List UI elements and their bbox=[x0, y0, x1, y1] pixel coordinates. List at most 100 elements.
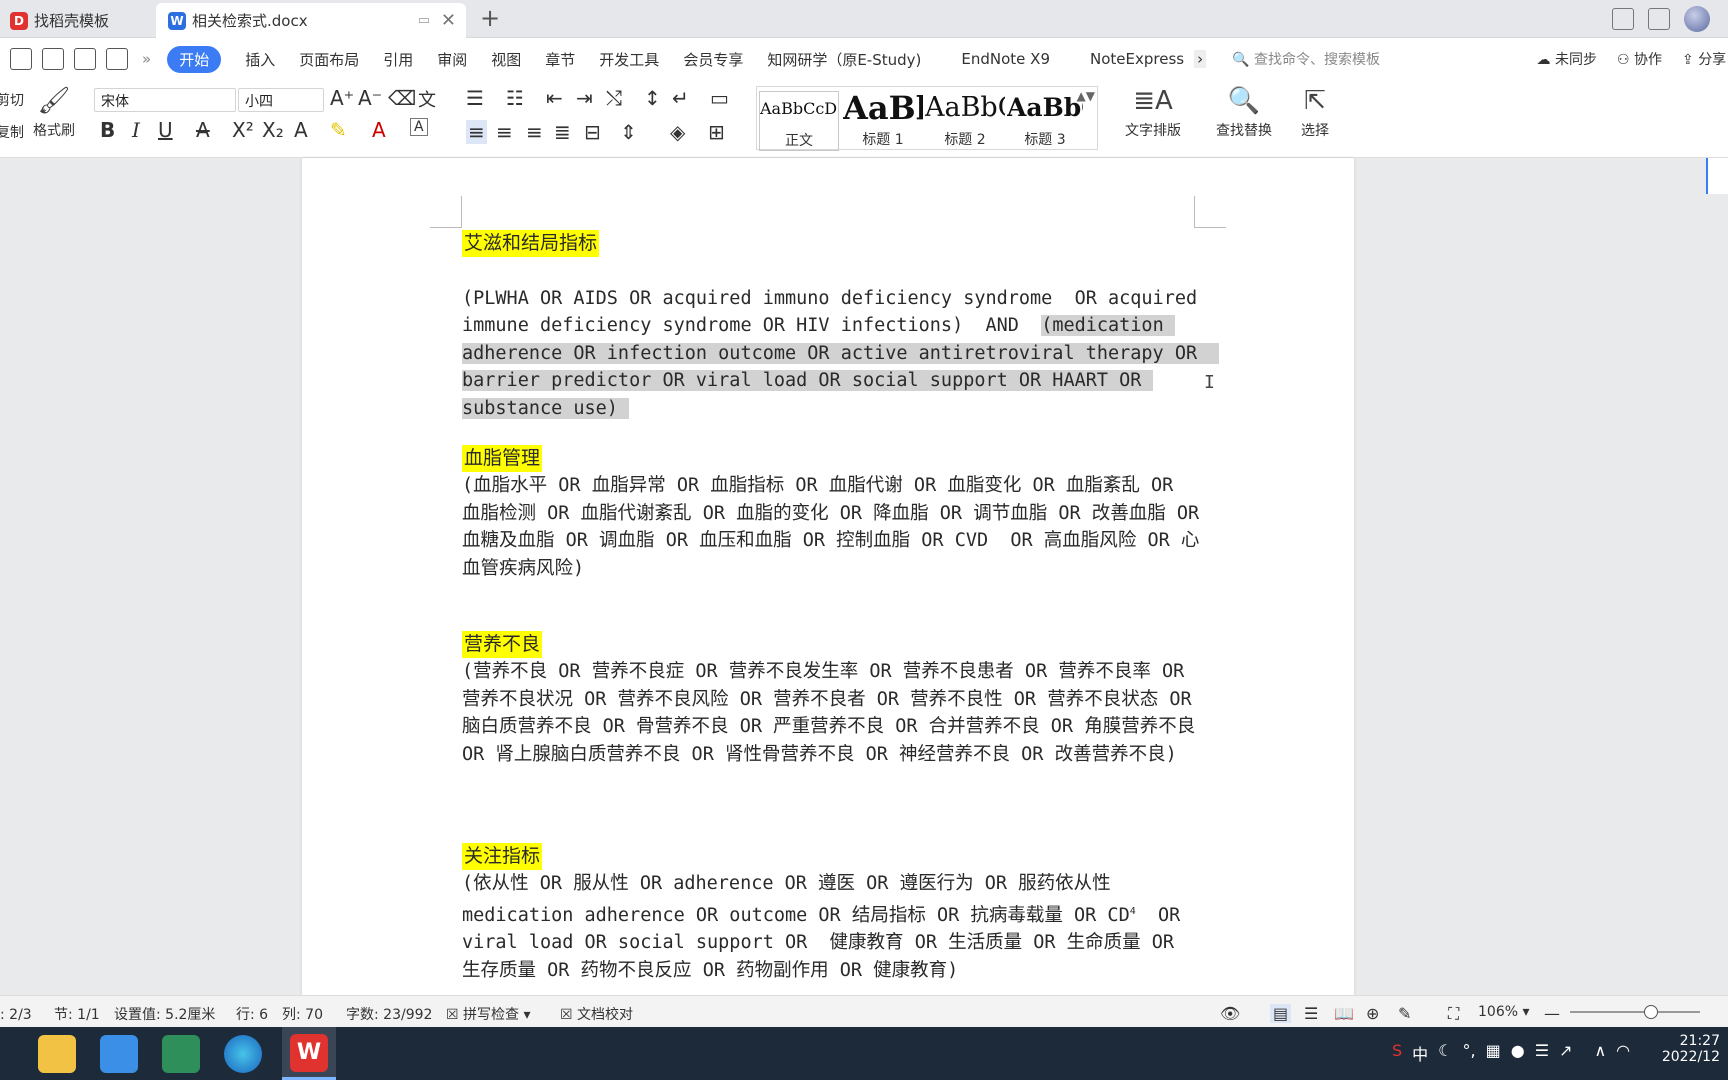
menu-estudy[interactable]: 知网研学（原E-Study) bbox=[767, 49, 921, 70]
borders-icon[interactable]: ⊞ bbox=[708, 120, 725, 144]
ruler-icon[interactable]: ▭ bbox=[710, 86, 729, 110]
menu-layout[interactable]: 页面布局 bbox=[299, 49, 359, 70]
command-search[interactable]: 🔍 查找命令、搜索模板 bbox=[1232, 49, 1380, 69]
text-direction-icon[interactable]: ⤭ bbox=[606, 86, 622, 110]
zoom-select[interactable]: 106% ▾ bbox=[1478, 1004, 1530, 1020]
pen-icon[interactable]: ✎ bbox=[1398, 1004, 1411, 1023]
style-scroll-icon[interactable]: ▲▼ bbox=[1077, 89, 1095, 103]
collab-button[interactable]: ⚇ 协作 bbox=[1617, 49, 1662, 69]
show-marks-icon[interactable]: ↵ bbox=[672, 86, 689, 110]
menu-noteexpress[interactable]: NoteExpress bbox=[1090, 50, 1184, 68]
char-border-icon[interactable]: A bbox=[410, 118, 428, 136]
zoom-slider-knob[interactable] bbox=[1643, 1005, 1658, 1019]
increase-indent-icon[interactable]: ⇥ bbox=[576, 86, 593, 110]
more-icon[interactable]: » bbox=[142, 50, 151, 68]
text-effect-icon[interactable]: A bbox=[294, 118, 308, 142]
menu-references[interactable]: 引用 bbox=[383, 49, 413, 70]
avatar[interactable] bbox=[1684, 6, 1710, 32]
select-button[interactable]: ⇱ 选择 bbox=[1290, 86, 1340, 140]
style-heading-1[interactable]: AaBl 标题 1 bbox=[843, 91, 923, 149]
chevron-up-icon[interactable]: ∧ bbox=[1594, 1041, 1606, 1065]
monitor-icon[interactable]: ▭ bbox=[418, 13, 430, 28]
find-replace-button[interactable]: 🔍 查找替换 bbox=[1206, 86, 1282, 140]
shrink-font-icon[interactable]: A⁻ bbox=[358, 86, 382, 110]
style-heading-3[interactable]: AaBbC 标题 3 bbox=[1007, 91, 1083, 149]
numbered-list-icon[interactable]: ☷ bbox=[506, 86, 524, 110]
keyboard-icon[interactable]: ▦ bbox=[1486, 1041, 1501, 1065]
justify-icon[interactable]: ≣ bbox=[554, 120, 571, 144]
align-left-icon[interactable]: ≡ bbox=[466, 120, 487, 144]
punctuation-icon[interactable]: °, bbox=[1463, 1041, 1476, 1065]
save-icon[interactable] bbox=[10, 48, 32, 70]
grow-font-icon[interactable]: A⁺ bbox=[330, 86, 354, 110]
menu-view[interactable]: 视图 bbox=[491, 49, 521, 70]
side-panel-toggle[interactable] bbox=[1706, 158, 1728, 194]
menu-insert[interactable]: 插入 bbox=[245, 49, 275, 70]
wifi-icon[interactable]: ◠ bbox=[1616, 1041, 1630, 1065]
italic-icon[interactable]: I bbox=[132, 118, 140, 142]
export-icon[interactable] bbox=[42, 48, 64, 70]
bold-icon[interactable]: B bbox=[100, 118, 115, 142]
line-spacing-icon[interactable]: ⇕ bbox=[620, 120, 637, 144]
status-words[interactable]: 字数: 23/992 bbox=[346, 1004, 432, 1024]
menu-chapter[interactable]: 章节 bbox=[545, 49, 575, 70]
superscript-icon[interactable]: X² bbox=[232, 118, 254, 142]
zoom-out-icon[interactable]: — bbox=[1544, 1004, 1560, 1023]
clear-format-icon[interactable]: ⌫ bbox=[388, 86, 416, 110]
status-page[interactable]: 页面: 2/3 bbox=[0, 1004, 32, 1024]
edge-icon[interactable] bbox=[224, 1035, 262, 1073]
style-normal[interactable]: AaBbCcDd 正文 bbox=[759, 91, 839, 151]
tab-document[interactable]: W 相关检索式.docx ▭ ✕ bbox=[156, 3, 466, 38]
file-explorer-icon[interactable] bbox=[38, 1035, 76, 1073]
decrease-indent-icon[interactable]: ⇤ bbox=[546, 86, 563, 110]
text-layout-button[interactable]: ≣A 文字排版 bbox=[1116, 86, 1190, 140]
strikethrough-icon[interactable]: A bbox=[196, 118, 210, 142]
menu-endnote[interactable]: EndNote X9 bbox=[961, 50, 1050, 68]
menu-home[interactable]: 开始 bbox=[167, 45, 222, 73]
web-view-icon[interactable]: ⊕ bbox=[1366, 1004, 1379, 1023]
chevron-right-icon[interactable]: › bbox=[1194, 50, 1207, 68]
font-color-icon[interactable]: A bbox=[372, 118, 386, 142]
highlight-icon[interactable]: ✎ bbox=[330, 118, 347, 142]
cut-button[interactable]: 剪切 bbox=[0, 90, 24, 110]
learning-app-icon[interactable] bbox=[100, 1035, 138, 1073]
sort-icon[interactable]: ↕ bbox=[644, 86, 661, 110]
grid-icon[interactable] bbox=[1648, 8, 1670, 30]
ime-indicator[interactable]: 中 bbox=[1412, 1041, 1428, 1065]
menu-review[interactable]: 审阅 bbox=[437, 49, 467, 70]
underline-icon[interactable]: U bbox=[158, 118, 173, 142]
sogou-icon[interactable]: S bbox=[1392, 1041, 1402, 1065]
document-body[interactable]: 艾滋和结局指标 (PLWHA OR AIDS OR acquired immun… bbox=[462, 230, 1220, 985]
sync-button[interactable]: ☁ 未同步 bbox=[1537, 49, 1597, 69]
close-icon[interactable]: ✕ bbox=[441, 10, 456, 31]
menu-developer[interactable]: 开发工具 bbox=[599, 49, 659, 70]
phonetic-icon[interactable]: 文 bbox=[418, 86, 436, 112]
menu-member[interactable]: 会员专享 bbox=[683, 49, 743, 70]
new-tab-button[interactable]: + bbox=[480, 4, 500, 32]
menu-icon[interactable]: ☰ bbox=[1535, 1041, 1549, 1065]
style-heading-2[interactable]: AaBbC 标题 2 bbox=[925, 91, 1005, 149]
wps-taskbar-icon[interactable]: W bbox=[282, 1027, 336, 1080]
share-button[interactable]: ⇪ 分享 bbox=[1682, 49, 1728, 69]
user-icon[interactable]: ● bbox=[1511, 1041, 1525, 1065]
outline-view-icon[interactable]: ☰ bbox=[1304, 1004, 1318, 1023]
expand-icon[interactable]: ↗ bbox=[1559, 1041, 1572, 1065]
proofread-button[interactable]: ☒ 文档校对 bbox=[560, 1004, 633, 1024]
eye-icon[interactable]: 👁 bbox=[1220, 1004, 1240, 1023]
font-name-select[interactable]: 宋体 bbox=[94, 88, 236, 112]
copy-button[interactable]: 复制 bbox=[0, 122, 24, 142]
bullet-list-icon[interactable]: ☰ bbox=[466, 86, 484, 110]
moon-icon[interactable]: ☾ bbox=[1438, 1041, 1452, 1065]
distribute-icon[interactable]: ⊟ bbox=[584, 120, 601, 144]
reading-view-icon[interactable]: 📖 bbox=[1334, 1004, 1354, 1023]
format-painter-button[interactable]: 🖌 格式刷 bbox=[32, 86, 76, 140]
subscript-icon[interactable]: X₂ bbox=[262, 118, 284, 142]
tab-docer[interactable]: D 找稻壳模板 bbox=[0, 3, 154, 38]
app-icon[interactable] bbox=[162, 1035, 200, 1073]
preview-icon[interactable] bbox=[106, 48, 128, 70]
align-right-icon[interactable]: ≡ bbox=[526, 120, 543, 144]
clock[interactable]: 21:27 2022/12 bbox=[1662, 1033, 1720, 1065]
shading-icon[interactable]: ◈ bbox=[670, 120, 685, 144]
layout-icon[interactable] bbox=[1612, 8, 1634, 30]
align-center-icon[interactable]: ≡ bbox=[496, 120, 513, 144]
